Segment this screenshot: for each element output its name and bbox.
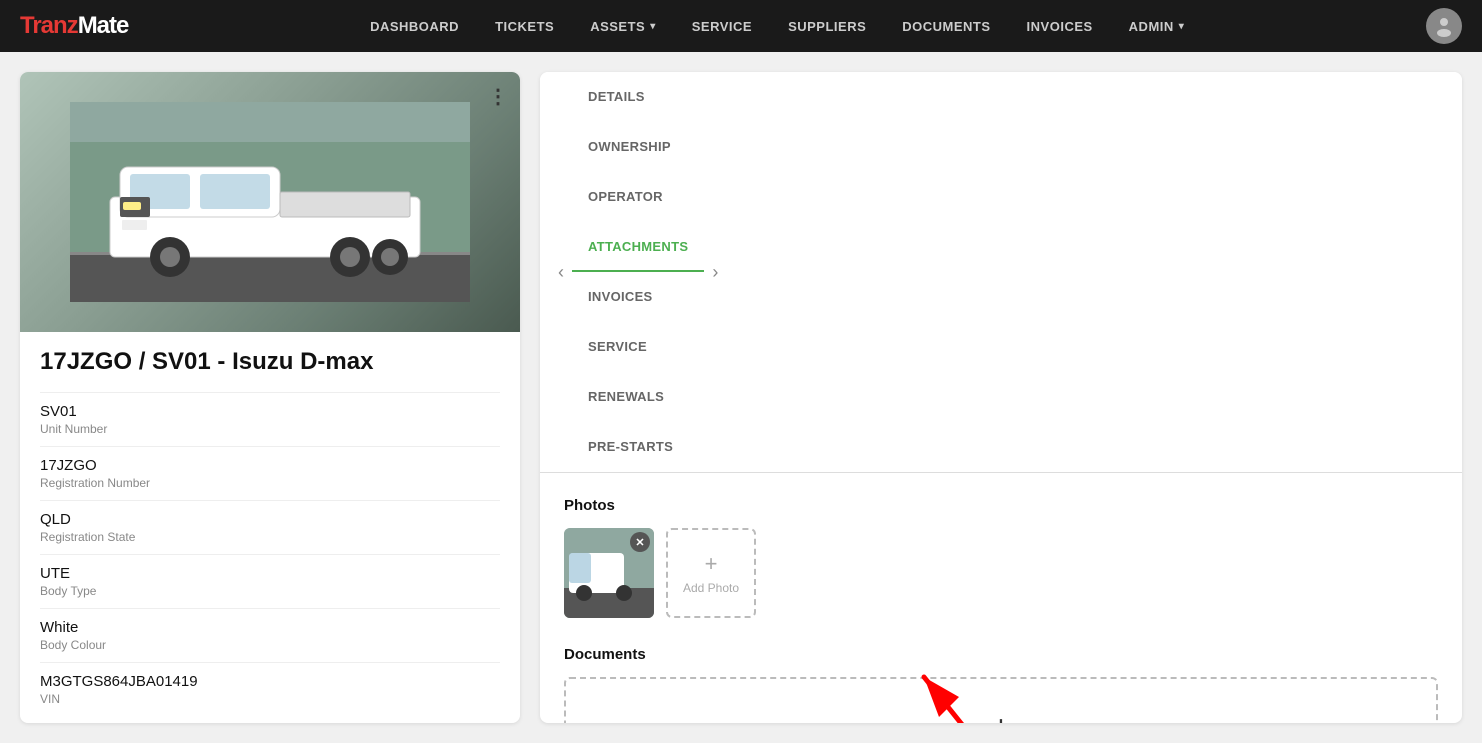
right-panel: ‹ DETAILSOWNERSHIPOPERATORATTACHMENTSINV… [540, 72, 1462, 723]
logo-tranz: Tranz [20, 12, 78, 40]
left-panel: ⋮ 17JZGO / SV01 - Isuzu D-max SV01 Unit N… [20, 72, 520, 723]
info-row: QLD Registration State [40, 500, 500, 554]
photo-remove-button[interactable]: ✕ [630, 532, 650, 552]
nav-item-documents[interactable]: DOCUMENTS [884, 0, 1008, 52]
tab-invoices[interactable]: INVOICES [572, 272, 704, 322]
chevron-down-icon: ▾ [650, 21, 656, 32]
add-photo-plus-icon: + [705, 551, 718, 577]
tabs-container: DETAILSOWNERSHIPOPERATORATTACHMENTSINVOI… [572, 72, 704, 472]
tab-renewals[interactable]: RENEWALS [572, 372, 704, 422]
header-right [1426, 8, 1462, 44]
tab-details[interactable]: DETAILS [572, 72, 704, 122]
add-photo-label: Add Photo [683, 581, 739, 595]
avatar[interactable] [1426, 8, 1462, 44]
vehicle-title: 17JZGO / SV01 - Isuzu D-max [40, 348, 500, 376]
add-document-button[interactable]: + Add Document [564, 677, 1438, 723]
nav-item-assets[interactable]: ASSETS▾ [572, 0, 674, 52]
logo-mate: Mate [78, 12, 129, 40]
vehicle-fields: SV01 Unit Number 17JZGO Registration Number… [40, 392, 500, 716]
info-value: White [40, 619, 500, 636]
photo-thumbnail: ✕ [564, 528, 654, 618]
info-value: QLD [40, 511, 500, 528]
tab-pre-starts[interactable]: PRE-STARTS [572, 422, 704, 472]
more-options-button[interactable]: ⋮ [488, 84, 508, 109]
vehicle-image-placeholder [20, 72, 520, 332]
info-value: 17JZGO [40, 457, 500, 474]
nav-item-tickets[interactable]: TICKETS [477, 0, 572, 52]
tab-prev-button[interactable]: ‹ [550, 247, 572, 297]
attachments-tab-content: Photos ✕ [540, 473, 1462, 723]
main-nav: DASHBOARDTICKETSASSETS▾SERVICESUPPLIERSD… [158, 0, 1396, 52]
header: TranzMate DASHBOARDTICKETSASSETS▾SERVICE… [0, 0, 1482, 52]
info-label: Registration Number [40, 476, 500, 490]
chevron-down-icon: ▾ [1179, 21, 1185, 32]
info-value: SV01 [40, 403, 500, 420]
nav-item-dashboard[interactable]: DASHBOARD [352, 0, 477, 52]
tabs-bar: ‹ DETAILSOWNERSHIPOPERATORATTACHMENTSINV… [540, 72, 1462, 473]
info-label: VIN [40, 692, 500, 706]
nav-item-service[interactable]: SERVICE [674, 0, 770, 52]
info-value: M3GTGS864JBA01419 [40, 673, 500, 690]
documents-section-title: Documents [564, 646, 1438, 663]
info-row: White Body Colour [40, 608, 500, 662]
photos-row: ✕ + Add Photo [564, 528, 1438, 618]
info-label: Registration State [40, 530, 500, 544]
info-row: 17JZGO Registration Number [40, 446, 500, 500]
tab-attachments[interactable]: ATTACHMENTS [572, 222, 704, 272]
truck-silhouette [70, 98, 470, 306]
tab-ownership[interactable]: OWNERSHIP [572, 122, 704, 172]
logo[interactable]: TranzMate [20, 12, 128, 40]
add-document-plus-icon: + [992, 709, 1011, 723]
info-label: Body Colour [40, 638, 500, 652]
info-value: UTE [40, 565, 500, 582]
main-content: ⋮ 17JZGO / SV01 - Isuzu D-max SV01 Unit N… [0, 52, 1482, 743]
nav-item-invoices[interactable]: INVOICES [1009, 0, 1111, 52]
tab-service[interactable]: SERVICE [572, 322, 704, 372]
info-row: SV01 Unit Number [40, 392, 500, 446]
info-label: Body Type [40, 584, 500, 598]
nav-item-admin[interactable]: ADMIN▾ [1111, 0, 1203, 52]
info-label: Unit Number [40, 422, 500, 436]
nav-item-suppliers[interactable]: SUPPLIERS [770, 0, 884, 52]
tab-operator[interactable]: OPERATOR [572, 172, 704, 222]
info-row: M3GTGS864JBA01419 VIN [40, 662, 500, 716]
photos-section-title: Photos [564, 497, 1438, 514]
vehicle-image-container: ⋮ [20, 72, 520, 332]
vehicle-info: 17JZGO / SV01 - Isuzu D-max SV01 Unit Num… [20, 332, 520, 723]
tab-next-button[interactable]: › [704, 247, 726, 297]
info-row: UTE Body Type [40, 554, 500, 608]
add-photo-button[interactable]: + Add Photo [666, 528, 756, 618]
